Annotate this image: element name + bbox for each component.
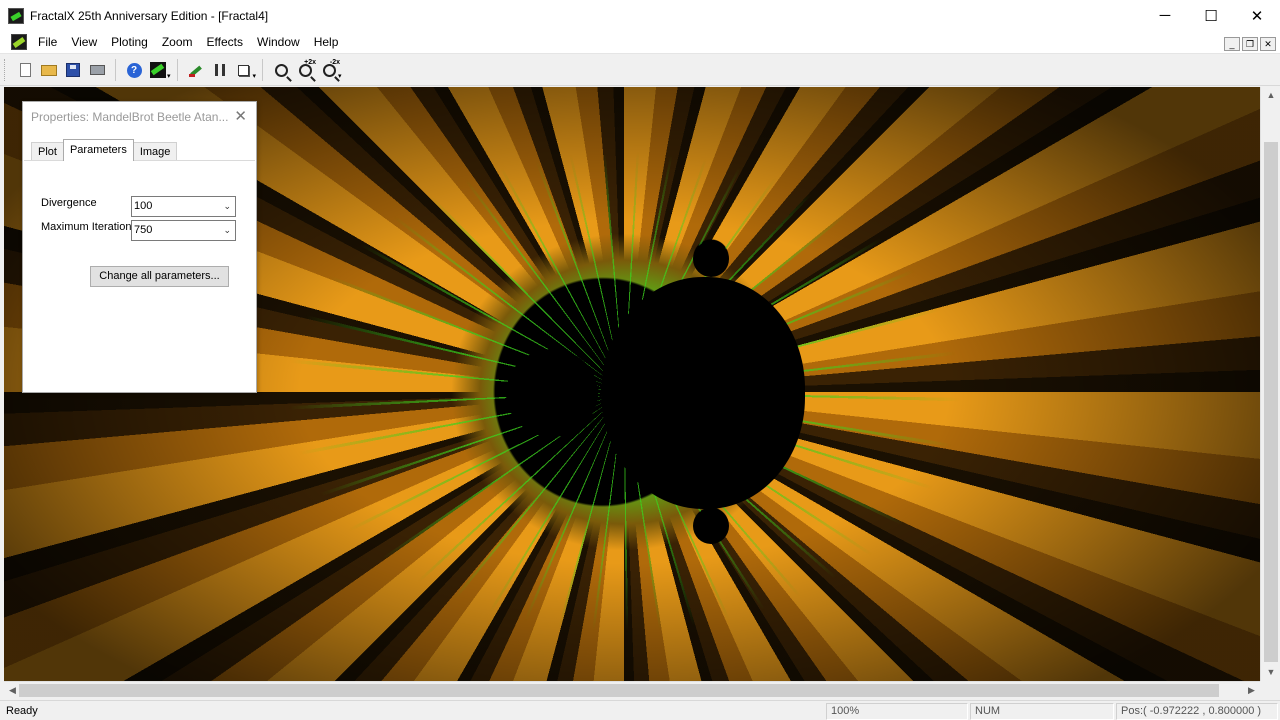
help-icon: ? [126, 62, 142, 78]
scroll-up-button[interactable]: ▲ [1261, 87, 1280, 104]
zoom-out-label: -2x [329, 59, 341, 66]
scroll-down-button[interactable]: ▼ [1261, 664, 1280, 681]
pause-button[interactable] [208, 58, 232, 82]
maximize-button[interactable]: ☐ [1188, 0, 1234, 31]
change-all-parameters-button[interactable]: Change all parameters... [90, 266, 229, 287]
save-icon [66, 63, 80, 77]
paint-brush-icon [188, 62, 204, 78]
menu-help[interactable]: Help [307, 31, 346, 54]
mandelbrot-top-bulb [693, 241, 729, 277]
printer-icon [89, 65, 105, 75]
menu-effects[interactable]: Effects [200, 31, 250, 54]
fractal-icon [150, 62, 166, 78]
window-title: FractalX 25th Anniversary Edition - [Fra… [30, 8, 269, 23]
mdi-restore-button[interactable]: ❐ [1242, 37, 1258, 51]
horizontal-scrollbar[interactable]: ◀ ▶ [4, 681, 1260, 698]
title-bar: FractalX 25th Anniversary Edition - [Fra… [0, 0, 1280, 31]
properties-panel: Properties: MandelBrot Beetle Atan... ✕ … [22, 101, 257, 393]
properties-close-icon[interactable]: ✕ [234, 109, 247, 124]
vertical-scroll-thumb[interactable] [1264, 142, 1278, 662]
scroll-right-button[interactable]: ▶ [1243, 682, 1260, 699]
status-position: Pos:( -0.972222 , 0.800000 ) [1116, 703, 1278, 720]
chevron-down-icon[interactable]: ⌄ [223, 197, 231, 216]
close-button[interactable]: ✕ [1234, 0, 1280, 31]
max-iteration-value: 750 [134, 224, 153, 236]
toolbar-separator [176, 59, 178, 81]
fractal-type-button[interactable] [146, 58, 170, 82]
mdi-minimize-button[interactable]: _ [1224, 37, 1240, 51]
divergence-combo[interactable]: 100 ⌄ [131, 196, 236, 217]
tab-plot[interactable]: Plot [31, 142, 64, 161]
max-iteration-label: Maximum Iteration [41, 221, 132, 233]
toolbar-grip[interactable] [4, 59, 7, 81]
properties-tabs: Plot Parameters Image [31, 139, 178, 161]
menu-window[interactable]: Window [250, 31, 307, 54]
menu-bar: File View Ploting Zoom Effects Window He… [0, 31, 1280, 54]
divergence-label: Divergence [41, 197, 97, 209]
toolbar-separator [262, 59, 264, 81]
render-button[interactable] [184, 58, 208, 82]
mandelbrot-main-cardioid [601, 277, 805, 509]
stop-button[interactable] [232, 58, 256, 82]
zoom-in-label: +2x [304, 59, 317, 66]
parameters-tab-content: Divergence 100 ⌄ Maximum Iteration 750 ⌄… [24, 160, 255, 392]
max-iteration-combo[interactable]: 750 ⌄ [131, 220, 236, 241]
zoom-window-button[interactable] [269, 58, 293, 82]
stop-icon [238, 64, 250, 76]
fractalx-app-icon [8, 7, 24, 24]
pause-icon [214, 64, 225, 76]
mdi-controls: _ ❐ ✕ [1224, 37, 1276, 51]
document-icon[interactable] [11, 34, 27, 50]
toolbar: ? ▾ ▾ +2x -2x ▾ [0, 55, 1280, 86]
properties-title-bar[interactable]: Properties: MandelBrot Beetle Atan... ✕ [23, 102, 256, 132]
status-bar: Ready 100% NUM Pos:( -0.972222 , 0.80000… [0, 700, 1280, 720]
divergence-value: 100 [134, 200, 153, 212]
window-controls: ─ ☐ ✕ [1142, 0, 1280, 31]
zoom-window-icon [274, 63, 288, 77]
new-file-icon [19, 63, 31, 77]
print-button[interactable] [85, 58, 109, 82]
tab-image[interactable]: Image [132, 142, 178, 161]
menu-file[interactable]: File [31, 31, 64, 54]
status-ready: Ready [6, 705, 38, 717]
help-button[interactable]: ? [122, 58, 146, 82]
properties-title: Properties: MandelBrot Beetle Atan... [31, 110, 229, 124]
menu-zoom[interactable]: Zoom [155, 31, 200, 54]
mandelbrot-period2-bulb [506, 349, 598, 437]
save-button[interactable] [61, 58, 85, 82]
horizontal-scroll-thumb[interactable] [19, 684, 1219, 697]
menu-view[interactable]: View [64, 31, 104, 54]
toolbar-separator [115, 59, 116, 81]
minimize-button[interactable]: ─ [1142, 0, 1188, 31]
zoom-in-button[interactable]: +2x [293, 58, 317, 82]
status-zoom-level: 100% [826, 703, 968, 720]
vertical-scrollbar[interactable]: ▲ ▼ [1260, 87, 1280, 681]
chevron-down-icon[interactable]: ⌄ [223, 221, 231, 240]
status-num-lock: NUM [970, 703, 1114, 720]
scrollbar-corner [1260, 681, 1280, 698]
mdi-close-button[interactable]: ✕ [1260, 37, 1276, 51]
mandelbrot-bottom-bulb [693, 508, 729, 544]
menu-ploting[interactable]: Ploting [104, 31, 155, 54]
folder-open-icon [41, 64, 57, 76]
tab-parameters[interactable]: Parameters [62, 139, 134, 161]
zoom-out-button[interactable]: -2x [317, 58, 341, 82]
new-button[interactable] [13, 58, 37, 82]
open-button[interactable] [37, 58, 61, 82]
